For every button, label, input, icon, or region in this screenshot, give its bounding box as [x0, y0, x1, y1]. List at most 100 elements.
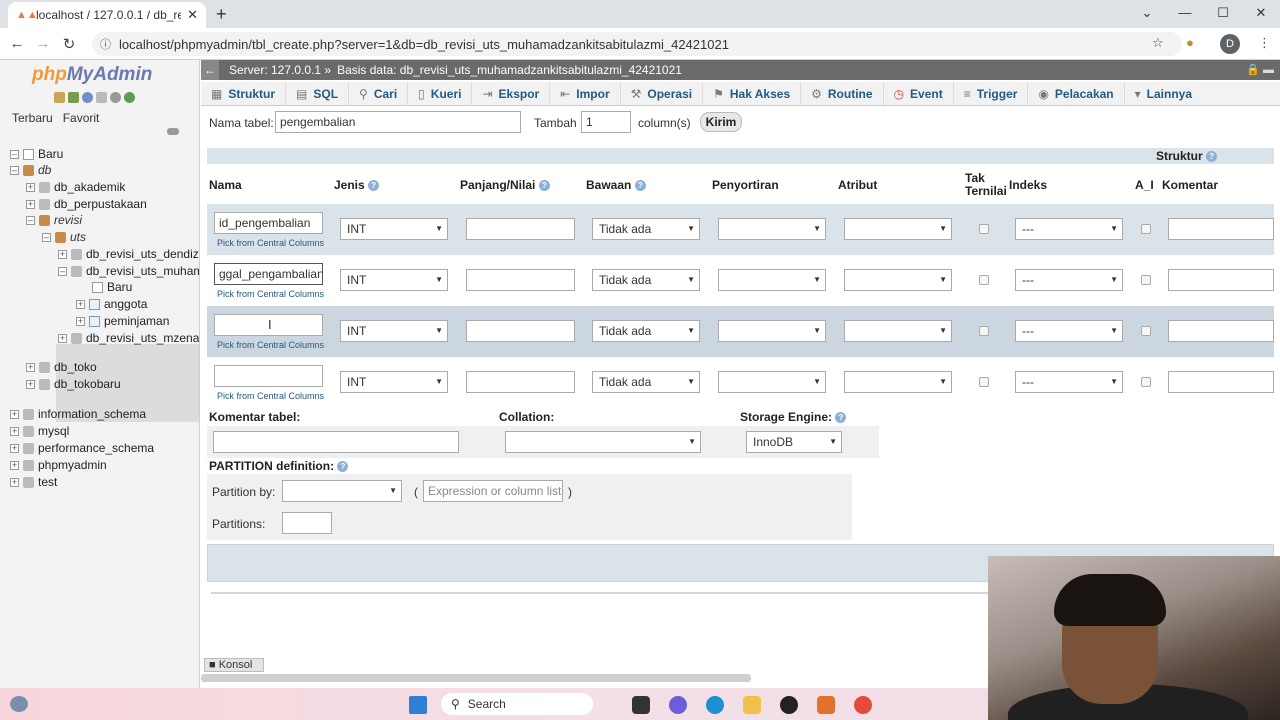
- forward-arrow-icon[interactable]: →: [30, 35, 56, 52]
- field-default-select[interactable]: Tidak ada: [592, 218, 700, 240]
- expand-icon[interactable]: +: [10, 409, 19, 419]
- pick-central-columns-link[interactable]: Pick from Central Columns: [217, 289, 324, 299]
- expand-icon[interactable]: +: [10, 477, 19, 487]
- file-explorer-icon[interactable]: [743, 696, 761, 714]
- tree-item-peminjaman[interactable]: + peminjaman: [76, 313, 169, 329]
- field-index-select[interactable]: ---: [1015, 371, 1123, 393]
- link-with-main-icon[interactable]: [167, 128, 179, 135]
- tab-operasi[interactable]: ⚒ Operasi: [621, 82, 704, 105]
- edge-browser-icon[interactable]: [706, 696, 724, 714]
- tree-item-performance-schema[interactable]: + performance_schema: [10, 440, 154, 456]
- lock-icon[interactable]: 🔒 ▬: [1246, 63, 1274, 76]
- tab-cari[interactable]: ⚲ Cari: [349, 82, 409, 105]
- field-null-checkbox[interactable]: [979, 377, 989, 387]
- breadcrumb-server[interactable]: Server: 127.0.0.1 »: [219, 63, 331, 77]
- xampp-icon[interactable]: [817, 696, 835, 714]
- profile-avatar[interactable]: D: [1220, 34, 1240, 54]
- storage-engine-select[interactable]: InnoDB: [746, 431, 842, 453]
- partition-expression-input[interactable]: Expression or column list: [423, 480, 563, 502]
- phpmyadmin-logo[interactable]: phpMyAdmin: [32, 64, 152, 86]
- url-field[interactable]: ⓘ localhost/phpmyadmin/tbl_create.php?se…: [92, 32, 1182, 56]
- collapse-icon[interactable]: –: [26, 215, 35, 225]
- close-tab-icon[interactable]: ✕: [187, 7, 198, 23]
- expand-icon[interactable]: +: [58, 333, 67, 343]
- tab-sql[interactable]: ▤ SQL: [286, 82, 350, 105]
- field-comment-input[interactable]: [1168, 269, 1274, 291]
- tree-item-db-tokobaru[interactable]: + db_tokobaru: [26, 376, 121, 392]
- windows-start-icon[interactable]: [409, 696, 427, 714]
- tree-item-db-revisi-muhamad[interactable]: –db_revisi_uts_muhamad: [58, 263, 199, 279]
- field-attribute-select[interactable]: [844, 371, 952, 393]
- pick-central-columns-link[interactable]: Pick from Central Columns: [217, 340, 324, 350]
- help-icon[interactable]: ?: [538, 180, 550, 192]
- tree-item-db-revisi-mzenadi[interactable]: + db_revisi_uts_mzenadi: [58, 330, 199, 346]
- field-collation-select[interactable]: [718, 269, 826, 291]
- tree-item-phpmyadmin[interactable]: + phpmyadmin: [10, 457, 107, 473]
- help-icon[interactable]: ?: [835, 412, 847, 424]
- chrome-browser-icon[interactable]: [854, 696, 872, 714]
- expand-icon[interactable]: +: [58, 249, 67, 259]
- tab-favorit[interactable]: Favorit: [63, 111, 100, 125]
- table-name-input[interactable]: pengembalian: [275, 111, 521, 133]
- field-name-input[interactable]: [214, 365, 323, 387]
- field-collation-select[interactable]: [718, 218, 826, 240]
- breadcrumb-database[interactable]: Basis data: db_revisi_uts_muhamadzankits…: [331, 63, 682, 77]
- field-ai-checkbox[interactable]: [1141, 377, 1151, 387]
- console-toggle[interactable]: ■ Konsol: [204, 658, 264, 672]
- collapse-panel-icon[interactable]: ←: [201, 60, 219, 80]
- field-default-select[interactable]: Tidak ada: [592, 371, 700, 393]
- field-type-select[interactable]: INT: [340, 218, 448, 240]
- field-length-input[interactable]: [466, 371, 575, 393]
- extension-icon[interactable]: ●: [1186, 35, 1194, 50]
- field-null-checkbox[interactable]: [979, 326, 989, 336]
- reload-nav-icon[interactable]: [124, 92, 135, 103]
- help-icon[interactable]: ?: [337, 461, 349, 473]
- collapse-icon[interactable]: –: [10, 165, 19, 175]
- expand-icon[interactable]: –: [10, 149, 19, 159]
- expand-icon[interactable]: +: [26, 379, 35, 389]
- tab-impor[interactable]: ⇤ Impor: [550, 82, 621, 105]
- back-arrow-icon[interactable]: ←: [4, 35, 30, 52]
- expand-icon[interactable]: +: [76, 316, 85, 326]
- field-length-input[interactable]: [466, 320, 575, 342]
- widgets-icon[interactable]: [10, 696, 28, 712]
- docs-icon[interactable]: [96, 92, 107, 103]
- expand-icon[interactable]: +: [26, 182, 35, 192]
- tab-pelacakan[interactable]: ◉ Pelacakan: [1028, 82, 1125, 105]
- tree-item-db-revisi-dendi[interactable]: + db_revisi_uts_dendizio: [58, 246, 199, 262]
- tab-struktur[interactable]: ▦ Struktur: [201, 82, 287, 105]
- taskbar-search[interactable]: ⚲ Search: [441, 693, 593, 715]
- field-collation-select[interactable]: [718, 371, 826, 393]
- pick-central-columns-link[interactable]: Pick from Central Columns: [217, 238, 324, 248]
- tree-item-revisi-group[interactable]: – revisi: [26, 212, 82, 228]
- partitions-input[interactable]: [282, 512, 332, 534]
- tree-item-db-akademik[interactable]: + db_akademik: [26, 179, 125, 195]
- new-tab-icon[interactable]: +: [216, 4, 227, 25]
- reload-icon[interactable]: ↻: [56, 35, 82, 53]
- tree-item-db-group[interactable]: – db: [10, 162, 51, 178]
- table-comment-input[interactable]: [213, 431, 459, 453]
- field-comment-input[interactable]: [1168, 371, 1274, 393]
- help-icon[interactable]: ?: [634, 180, 646, 192]
- tab-routine[interactable]: ⚙ Routine: [801, 82, 884, 105]
- tree-item-uts-group[interactable]: – uts: [42, 229, 86, 245]
- field-attribute-select[interactable]: [844, 218, 952, 240]
- chat-icon[interactable]: [669, 696, 687, 714]
- browser-tab[interactable]: ▲▲ localhost / 127.0.0.1 / db_revisi_u ✕: [8, 2, 206, 28]
- field-type-select[interactable]: INT: [340, 320, 448, 342]
- expand-icon[interactable]: +: [26, 362, 35, 372]
- add-columns-input[interactable]: 1: [581, 111, 631, 133]
- field-index-select[interactable]: ---: [1015, 269, 1123, 291]
- tree-item-anggota[interactable]: + anggota: [76, 296, 147, 312]
- expand-icon[interactable]: +: [10, 443, 19, 453]
- tab-kueri[interactable]: ▯ Kueri: [408, 82, 473, 105]
- field-length-input[interactable]: [466, 269, 575, 291]
- expand-icon[interactable]: +: [76, 299, 85, 309]
- tree-item-db-toko[interactable]: + db_toko: [26, 359, 97, 375]
- help-icon[interactable]: ?: [368, 180, 380, 192]
- bookmark-star-icon[interactable]: ☆: [1152, 35, 1164, 51]
- field-default-select[interactable]: Tidak ada: [592, 269, 700, 291]
- field-null-checkbox[interactable]: [979, 275, 989, 285]
- tab-lainnya[interactable]: ▾ Lainnya: [1125, 82, 1202, 105]
- browser-menu-icon[interactable]: ⋮: [1258, 35, 1271, 51]
